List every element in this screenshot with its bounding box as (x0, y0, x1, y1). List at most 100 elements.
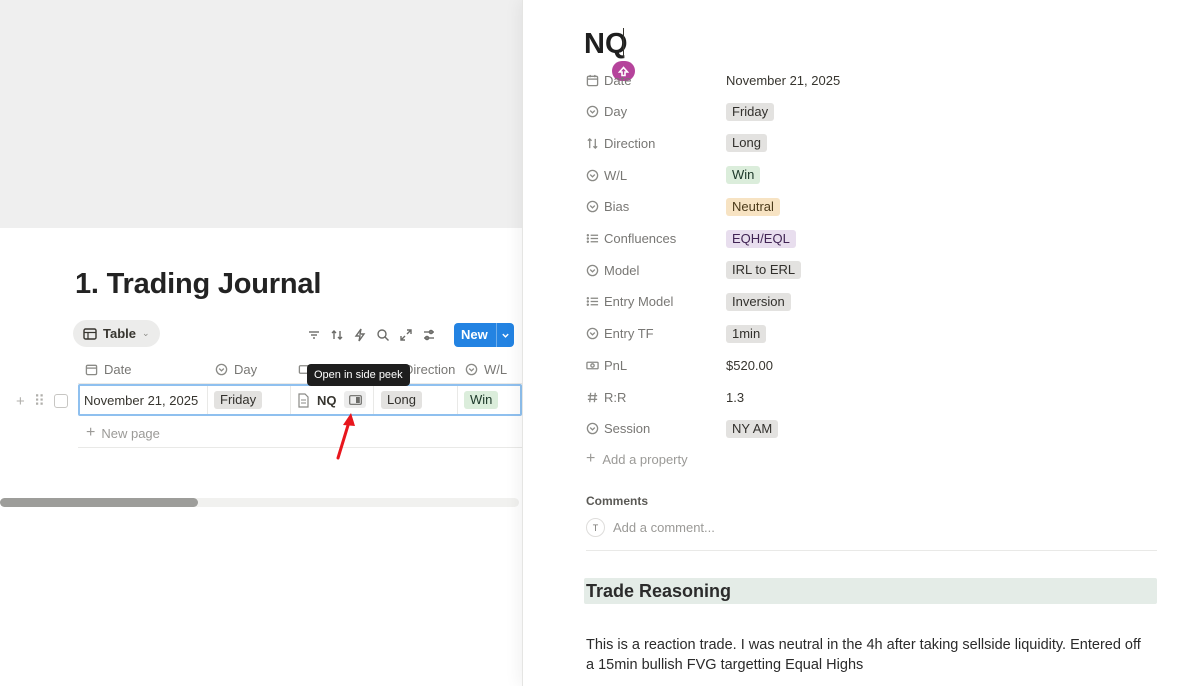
property-value[interactable]: NY AM (726, 419, 779, 438)
column-header-date[interactable]: Date (85, 358, 131, 380)
select-icon (465, 363, 478, 375)
property-row-model[interactable]: Model IRL to ERL (586, 259, 802, 281)
table-view-tab[interactable]: Table ⌄ (73, 320, 160, 347)
side-peek-tooltip: Open in side peek (307, 364, 410, 386)
list-icon (586, 234, 599, 243)
row-divider (78, 447, 522, 448)
property-value-text: Neutral (726, 197, 780, 216)
filter-icon[interactable] (306, 327, 322, 343)
property-name[interactable]: Session (586, 421, 726, 436)
add-property-label: Add a property (602, 451, 688, 467)
avatar: T (586, 518, 605, 537)
property-value-text: $520.00 (726, 357, 773, 373)
property-value[interactable]: $520.00 (726, 358, 773, 373)
property-value[interactable]: Neutral (726, 197, 780, 216)
new-button[interactable]: New (454, 323, 514, 347)
cell-wl[interactable]: Win (464, 390, 499, 410)
money-icon (586, 361, 599, 370)
property-row-w-l[interactable]: W/L Win (586, 164, 761, 186)
property-name[interactable]: PnL (586, 358, 726, 373)
property-row-bias[interactable]: Bias Neutral (586, 196, 780, 218)
red-arrow-annotation (336, 413, 355, 460)
property-row-confluences[interactable]: Confluences EQH/EQL (586, 228, 796, 250)
property-row-day[interactable]: Day Friday (586, 101, 775, 123)
new-page-button[interactable]: + New page (86, 424, 160, 442)
column-header-day[interactable]: Day (215, 358, 257, 380)
automation-bolt-icon[interactable] (352, 327, 368, 343)
add-row-plus-icon[interactable]: + (16, 393, 25, 410)
property-row-direction[interactable]: Direction Long (586, 132, 767, 154)
view-tab-label: Table (103, 326, 136, 341)
search-icon[interactable] (375, 327, 391, 343)
row-name[interactable]: NQ (317, 393, 337, 408)
add-property-button[interactable]: + Add a property (586, 450, 688, 468)
property-value[interactable]: Win (726, 166, 761, 185)
property-label: Date (604, 72, 632, 88)
settings-sliders-icon[interactable] (421, 327, 437, 343)
property-name[interactable]: R:R (586, 390, 726, 405)
body-paragraph[interactable]: This is a reaction trade. I was neutral … (586, 635, 1146, 675)
peek-title[interactable]: NQ (584, 28, 628, 61)
property-name[interactable]: Entry Model (586, 294, 726, 309)
open-side-peek-button[interactable] (344, 391, 366, 408)
comment-input[interactable]: T Add a comment... (586, 518, 715, 537)
select-icon (586, 327, 599, 340)
day-tag: Friday (214, 391, 263, 409)
page-cover (0, 0, 522, 228)
property-name[interactable]: Day (586, 104, 726, 119)
page-title: 1. Trading Journal (75, 268, 322, 300)
plus-icon: + (586, 450, 596, 467)
property-label: Entry TF (604, 326, 654, 342)
select-icon (586, 422, 599, 435)
property-value-text: NY AM (726, 419, 779, 438)
cell-direction[interactable]: Long (381, 390, 422, 410)
property-value[interactable]: Long (726, 134, 767, 153)
property-row-r-r[interactable]: R:R 1.3 (586, 386, 744, 408)
comments-heading: Comments (586, 494, 649, 508)
wl-tag: Win (464, 391, 499, 409)
list-icon (586, 297, 599, 307)
property-row-date[interactable]: Date November 21, 2025 (586, 69, 840, 91)
property-value[interactable]: EQH/EQL (726, 229, 796, 248)
property-value[interactable]: Friday (726, 102, 775, 121)
select-icon (586, 264, 599, 276)
horizontal-scrollbar-thumb[interactable] (0, 498, 198, 507)
side-peek-panel: NQ Date November 21, 2025 Day Friday Directi… (522, 0, 1200, 686)
select-icon (586, 105, 599, 118)
property-row-entry-model[interactable]: Entry Model Inversion (586, 291, 791, 313)
section-heading[interactable]: Trade Reasoning (584, 578, 1157, 604)
property-value[interactable]: November 21, 2025 (726, 73, 840, 88)
property-label: W/L (604, 167, 628, 183)
property-name[interactable]: Direction (586, 136, 726, 151)
property-name[interactable]: Model (586, 263, 726, 278)
property-row-session[interactable]: Session NY AM (586, 418, 779, 440)
select-icon (586, 201, 599, 213)
cell-date[interactable]: November 21, 2025 (84, 390, 198, 410)
calendar-icon (586, 74, 599, 86)
column-header-label: W/L (484, 361, 508, 377)
property-value[interactable]: 1min (726, 324, 767, 343)
property-label: Direction (604, 135, 656, 151)
property-value[interactable]: IRL to ERL (726, 261, 802, 280)
property-value-text: Long (726, 134, 767, 153)
property-name[interactable]: Entry TF (586, 326, 726, 341)
property-row-pnl[interactable]: PnL $520.00 (586, 354, 773, 376)
property-name[interactable]: W/L (586, 168, 726, 183)
property-value[interactable]: Inversion (726, 292, 791, 311)
row-checkbox[interactable] (53, 394, 68, 408)
property-value[interactable]: 1.3 (726, 390, 744, 405)
cell-day[interactable]: Friday (214, 390, 263, 410)
property-name[interactable]: Bias (586, 199, 726, 214)
property-row-entry-tf[interactable]: Entry TF 1min (586, 323, 767, 345)
cell-name[interactable]: NQ (297, 390, 337, 410)
calendar-icon (85, 364, 98, 375)
database-page: 1. Trading Journal Table ⌄ New Date Day … (0, 0, 522, 686)
direction-tag: Long (381, 391, 422, 409)
sort-icon[interactable] (329, 327, 345, 343)
drag-handle-icon[interactable]: ⠿ (34, 392, 45, 410)
column-header-wl[interactable]: W/L (465, 358, 507, 380)
property-name[interactable]: Confluences (586, 231, 726, 246)
new-dropdown-chevron-icon[interactable] (495, 323, 514, 347)
property-name[interactable]: Date (586, 73, 726, 88)
expand-icon[interactable] (398, 327, 414, 343)
